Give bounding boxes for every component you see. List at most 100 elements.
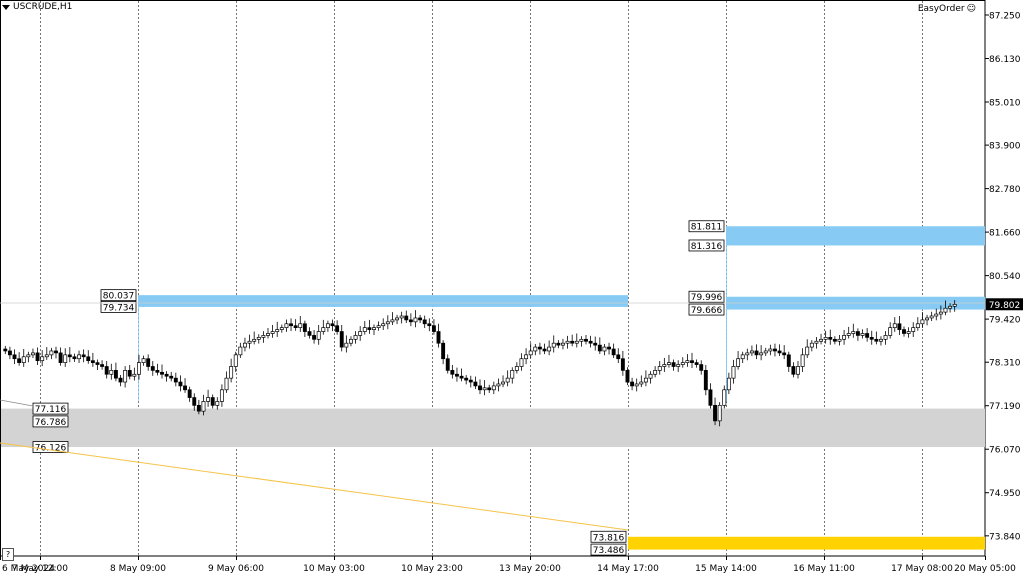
expert-advisor-label[interactable]: EasyOrder ☺ (918, 4, 976, 14)
zone-support-3 (1, 408, 985, 448)
help-button[interactable]: ? (2, 548, 14, 561)
candle-body (35, 352, 40, 362)
candle-body (579, 338, 584, 342)
candle-body (482, 387, 487, 391)
candle-body (713, 404, 717, 422)
candle-body (307, 331, 312, 336)
zone-resistance-1 (726, 226, 985, 246)
candle-body (782, 352, 787, 356)
candle-body (385, 321, 390, 325)
zone-price-label: 79.996 (691, 293, 723, 303)
trend-line-short (0, 399, 34, 407)
candle-body (206, 397, 211, 402)
candle-body (505, 377, 510, 383)
candle-body (874, 338, 879, 342)
candle-body (155, 370, 160, 373)
candle-body (938, 311, 943, 315)
candle-body (842, 335, 847, 340)
y-tick-label: 79.420 (989, 316, 1021, 326)
candle-body (468, 379, 473, 383)
zone-price-label: 73.486 (593, 546, 625, 556)
candle-body (763, 350, 768, 354)
chart-frame (0, 0, 986, 557)
candle-body (169, 375, 174, 379)
y-tick-label: 86.130 (989, 55, 1021, 65)
candle-body (934, 313, 939, 317)
candle-body (302, 323, 307, 332)
candle-body (524, 354, 529, 360)
x-tick-label: 20 May 05:00 (954, 564, 1016, 574)
candle-body (602, 346, 607, 352)
candle-body (270, 331, 275, 334)
candle-body (284, 323, 289, 329)
candle-body (7, 350, 12, 356)
candle-body (17, 358, 22, 363)
trend-line (0, 442, 629, 531)
y-tick-label: 83.900 (989, 142, 1021, 152)
candle-body (496, 383, 501, 387)
zone-support-4 (628, 536, 985, 550)
candle-body (925, 317, 929, 321)
candle-body (173, 377, 178, 383)
candle-body (643, 377, 648, 383)
candle-body (634, 383, 639, 387)
candle-body (100, 364, 105, 367)
candle-body (537, 346, 542, 350)
candle-body (510, 370, 515, 379)
price-chart[interactable]: 80.03779.734 81.811 81.316 79.996 79.666 77.1… (0, 0, 1024, 576)
candle-body (224, 377, 229, 391)
candle-body (902, 329, 906, 334)
candle-body (800, 354, 805, 367)
candle-body (478, 385, 482, 391)
candle-body (445, 358, 450, 371)
candle-body (860, 333, 865, 336)
candle-body (883, 335, 888, 340)
candle-body (584, 338, 588, 342)
candle-body (773, 348, 777, 352)
candle-body (694, 362, 699, 365)
candle-body (814, 340, 819, 344)
candle-body (408, 319, 413, 323)
zone-resistance-0 (138, 295, 628, 307)
candle-body (210, 397, 215, 406)
candle-body (768, 348, 773, 352)
candle-body (349, 338, 353, 344)
candle-body (805, 346, 810, 356)
zone-price-label: 81.316 (691, 242, 723, 252)
current-price-label: 79.802 (989, 301, 1021, 311)
candle-body (685, 360, 690, 363)
candle-body (759, 352, 764, 356)
candle-body (514, 366, 519, 371)
candle-body (344, 342, 349, 348)
candle-body (81, 354, 86, 358)
candle-body (358, 331, 363, 336)
candle-body (141, 358, 146, 363)
candle-body (215, 401, 220, 406)
candle-body (160, 371, 164, 375)
candle-body (593, 342, 598, 346)
candle-body (542, 348, 547, 352)
candle-body (796, 366, 800, 375)
candle-body (77, 354, 81, 360)
symbol-header[interactable]: USCRUDE,H1 (2, 2, 72, 12)
x-tick-label: 7 May 12:00 (12, 564, 68, 574)
candle-body (556, 342, 561, 346)
candle-body (40, 356, 45, 362)
candle-body (671, 362, 676, 367)
candle-body (72, 356, 77, 360)
candle-body (690, 360, 694, 363)
candle-body (90, 360, 95, 363)
candle-body (726, 377, 731, 391)
candle-body (399, 315, 404, 319)
dropdown-triangle-icon[interactable] (2, 4, 10, 10)
candle-body (376, 325, 381, 329)
candle-body (662, 364, 667, 367)
zone-price-label: 76.786 (35, 418, 67, 428)
expert-name: EasyOrder (917, 4, 965, 14)
candle-body (367, 327, 372, 330)
x-tick-label: 15 May 14:00 (695, 564, 757, 574)
candle-body (266, 333, 270, 336)
candle-body (298, 323, 303, 329)
candle-body (906, 331, 911, 334)
candle-body (372, 327, 376, 330)
